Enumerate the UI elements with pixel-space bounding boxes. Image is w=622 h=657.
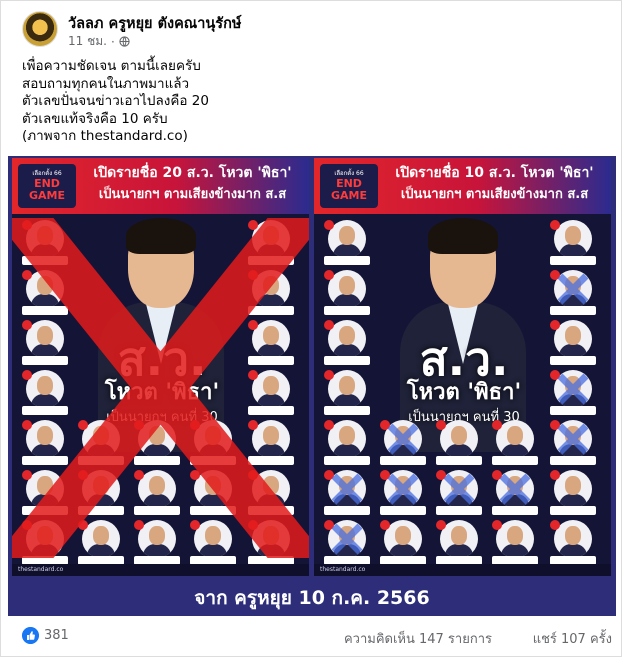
meta-separator: · xyxy=(110,34,115,49)
senator-thumbnail xyxy=(550,270,596,316)
poster-left: เลือกตั้ง 66 END GAME เปิดรายชื่อ 20 ส.ว… xyxy=(12,158,309,576)
senator-thumbnail xyxy=(22,370,68,416)
senator-thumbnail xyxy=(248,220,294,266)
senator-thumbnail xyxy=(248,270,294,316)
senator-thumbnail xyxy=(248,520,294,566)
senator-thumbnail xyxy=(134,420,180,466)
senator-thumbnail xyxy=(380,520,426,566)
author-avatar[interactable] xyxy=(22,11,58,47)
poster-footer: thestandard.co xyxy=(314,564,611,576)
senator-thumbnail xyxy=(22,520,68,566)
poster-heading: เปิดรายชื่อ 20 ส.ว. โหวต 'พิธา' xyxy=(93,165,292,181)
senator-thumbnail xyxy=(436,520,482,566)
senator-thumbnail xyxy=(22,320,68,366)
senator-thumbnail xyxy=(248,470,294,516)
senator-thumbnail xyxy=(380,420,426,466)
senator-thumbnail xyxy=(324,220,370,266)
post-text: เพื่อความชัดเจน ตามนี้เลยครับ สอบถามทุกค… xyxy=(22,58,582,146)
senator-thumbnail xyxy=(22,220,68,266)
senator-thumbnail xyxy=(190,420,236,466)
post-text-line: ตัวเลขแท้จริงคือ 10 ครับ xyxy=(22,110,168,127)
senator-thumbnail xyxy=(248,420,294,466)
senator-thumbnail xyxy=(324,520,370,566)
thumbs-up-icon[interactable] xyxy=(22,627,39,644)
comment-count[interactable]: ความคิดเห็น 147 รายการ xyxy=(344,628,492,649)
senator-thumbnail xyxy=(324,320,370,366)
poster-subheading: เป็นนายกฯ ตามเสียงข้างมาก ส.ส xyxy=(400,187,589,202)
post-text-line: ตัวเลขปั่นจนข่าวเอาไปลงคือ 20 xyxy=(22,93,209,110)
facebook-post: วัลลภ ครูหยุย ตังคณานุรักษ์ 11 ชม. · เพื… xyxy=(0,0,622,657)
poster-vote-label: โหวต 'พิธา' xyxy=(104,380,220,405)
image-source-caption: จาก ครูหยุย 10 ก.ค. 2566 xyxy=(194,587,430,609)
reaction-count[interactable]: 381 xyxy=(44,628,69,643)
senator-thumbnail xyxy=(248,320,294,366)
share-count[interactable]: แชร์ 107 ครั้ง xyxy=(533,628,612,649)
senator-thumbnail xyxy=(324,420,370,466)
endgame-logo: เลือกตั้ง 66 END GAME xyxy=(18,164,76,208)
endgame-logo: เลือกตั้ง 66 END GAME xyxy=(320,164,378,208)
poster-big-label: ส.ว. xyxy=(117,332,207,386)
senator-thumbnail xyxy=(492,520,538,566)
senator-thumbnail xyxy=(550,370,596,416)
post-text-line: สอบถามทุกคนในภาพมาแล้ว xyxy=(22,75,190,92)
senator-thumbnail xyxy=(492,470,538,516)
poster-right: เลือกตั้ง 66 END GAME เปิดรายชื่อ 10 ส.ว… xyxy=(314,158,611,576)
senator-thumbnail xyxy=(436,420,482,466)
senator-thumbnail xyxy=(550,420,596,466)
senator-thumbnail xyxy=(492,420,538,466)
senator-thumbnail xyxy=(550,470,596,516)
senator-thumbnail xyxy=(22,470,68,516)
senator-thumbnail xyxy=(78,420,124,466)
senator-thumbnail xyxy=(190,470,236,516)
post-stats: 381 ความคิดเห็น 147 รายการ แชร์ 107 ครั้… xyxy=(22,625,612,647)
poster-subheading: เป็นนายกฯ ตามเสียงข้างมาก ส.ส xyxy=(98,187,287,202)
senator-thumbnail xyxy=(324,470,370,516)
poster-footer: thestandard.co xyxy=(12,564,309,576)
post-text-line: เพื่อความชัดเจน ตามนี้เลยครับ xyxy=(22,58,201,74)
globe-icon xyxy=(119,36,130,47)
post-meta: 11 ชม. · xyxy=(68,32,130,51)
post-image[interactable]: เลือกตั้ง 66 END GAME เปิดรายชื่อ 20 ส.ว… xyxy=(8,156,616,616)
senator-thumbnail xyxy=(324,370,370,416)
senator-thumbnail xyxy=(78,470,124,516)
senator-thumbnail xyxy=(134,470,180,516)
senator-thumbnail xyxy=(248,370,294,416)
senator-thumbnail xyxy=(550,520,596,566)
senator-thumbnail xyxy=(324,270,370,316)
senator-thumbnail xyxy=(190,520,236,566)
senator-thumbnail xyxy=(22,420,68,466)
logo-text: GAME xyxy=(28,189,65,202)
poster-vote-label: โหวต 'พิธา' xyxy=(406,380,522,405)
post-time[interactable]: 11 ชม. xyxy=(68,32,107,51)
senator-thumbnail xyxy=(550,220,596,266)
post-header: วัลลภ ครูหยุย ตังคณานุรักษ์ 11 ชม. · xyxy=(22,11,602,49)
senator-thumbnail xyxy=(436,470,482,516)
poster-heading: เปิดรายชื่อ 10 ส.ว. โหวต 'พิธา' xyxy=(395,165,594,181)
senator-thumbnail xyxy=(22,270,68,316)
senator-thumbnail xyxy=(550,320,596,366)
senator-thumbnail xyxy=(134,520,180,566)
logo-text: GAME xyxy=(330,189,367,202)
senator-thumbnail xyxy=(78,520,124,566)
poster-big-label: ส.ว. xyxy=(419,332,509,386)
senator-thumbnail xyxy=(380,470,426,516)
post-text-line: (ภาพจาก thestandard.co) xyxy=(22,128,188,145)
